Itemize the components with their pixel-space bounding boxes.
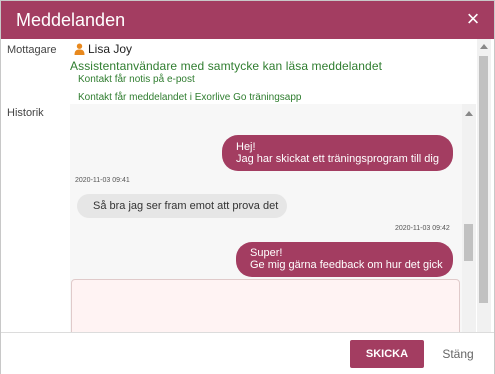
history-scrollbar[interactable]	[462, 104, 476, 332]
messages-dialog: Meddelanden × Mottagare Lisa Joy Assiste…	[0, 0, 495, 374]
message-timestamp: 2020-11-03 09:41	[75, 177, 130, 184]
scrollbar-thumb[interactable]	[464, 224, 473, 261]
recipient-chip: Lisa Joy	[74, 42, 132, 56]
message-line: Så bra jag ser fram emot att prova det	[93, 200, 279, 212]
message-history: Hej! Jag har skickat ett träningsprogram…	[70, 104, 462, 332]
close-icon[interactable]: ×	[462, 8, 484, 30]
close-button[interactable]: Stäng	[436, 340, 480, 368]
send-button[interactable]: SKICKA	[350, 340, 424, 368]
received-message-bubble: Så bra jag ser fram emot att prova det	[77, 194, 287, 218]
message-compose-field[interactable]	[71, 279, 460, 332]
scrollbar-thumb[interactable]	[479, 56, 488, 303]
message-line: Ge mig gärna feedback om hur det gick	[250, 259, 443, 271]
scroll-up-icon[interactable]	[480, 44, 488, 49]
sent-message-bubble: Hej! Jag har skickat ett träningsprogram…	[222, 135, 453, 171]
dialog-titlebar: Meddelanden ×	[1, 1, 494, 39]
message-line: Jag har skickat ett träningsprogram till…	[236, 153, 439, 165]
message-line: Super!	[250, 247, 283, 259]
notify-email-text: Kontakt får notis på e-post	[78, 74, 195, 85]
message-line: Hej!	[236, 141, 256, 153]
scroll-up-icon[interactable]	[465, 111, 473, 116]
dialog-body: Mottagare Lisa Joy Assistentanvändare me…	[1, 39, 494, 332]
consent-text: Assistentanvändare med samtycke kan läsa…	[70, 59, 383, 73]
dialog-scrollbar[interactable]	[477, 39, 491, 332]
message-timestamp: 2020-11-03 09:42	[395, 225, 450, 232]
recipient-label: Mottagare	[7, 44, 57, 56]
sent-message-bubble: Super! Ge mig gärna feedback om hur det …	[236, 242, 453, 277]
dialog-footer: SKICKA Stäng	[1, 332, 494, 374]
recipient-name: Lisa Joy	[88, 42, 133, 56]
dialog-title: Meddelanden	[16, 10, 126, 30]
person-icon	[74, 43, 85, 55]
notify-app-text: Kontakt får meddelandet i Exorlive Go tr…	[78, 92, 302, 103]
history-label: Historik	[7, 107, 44, 119]
